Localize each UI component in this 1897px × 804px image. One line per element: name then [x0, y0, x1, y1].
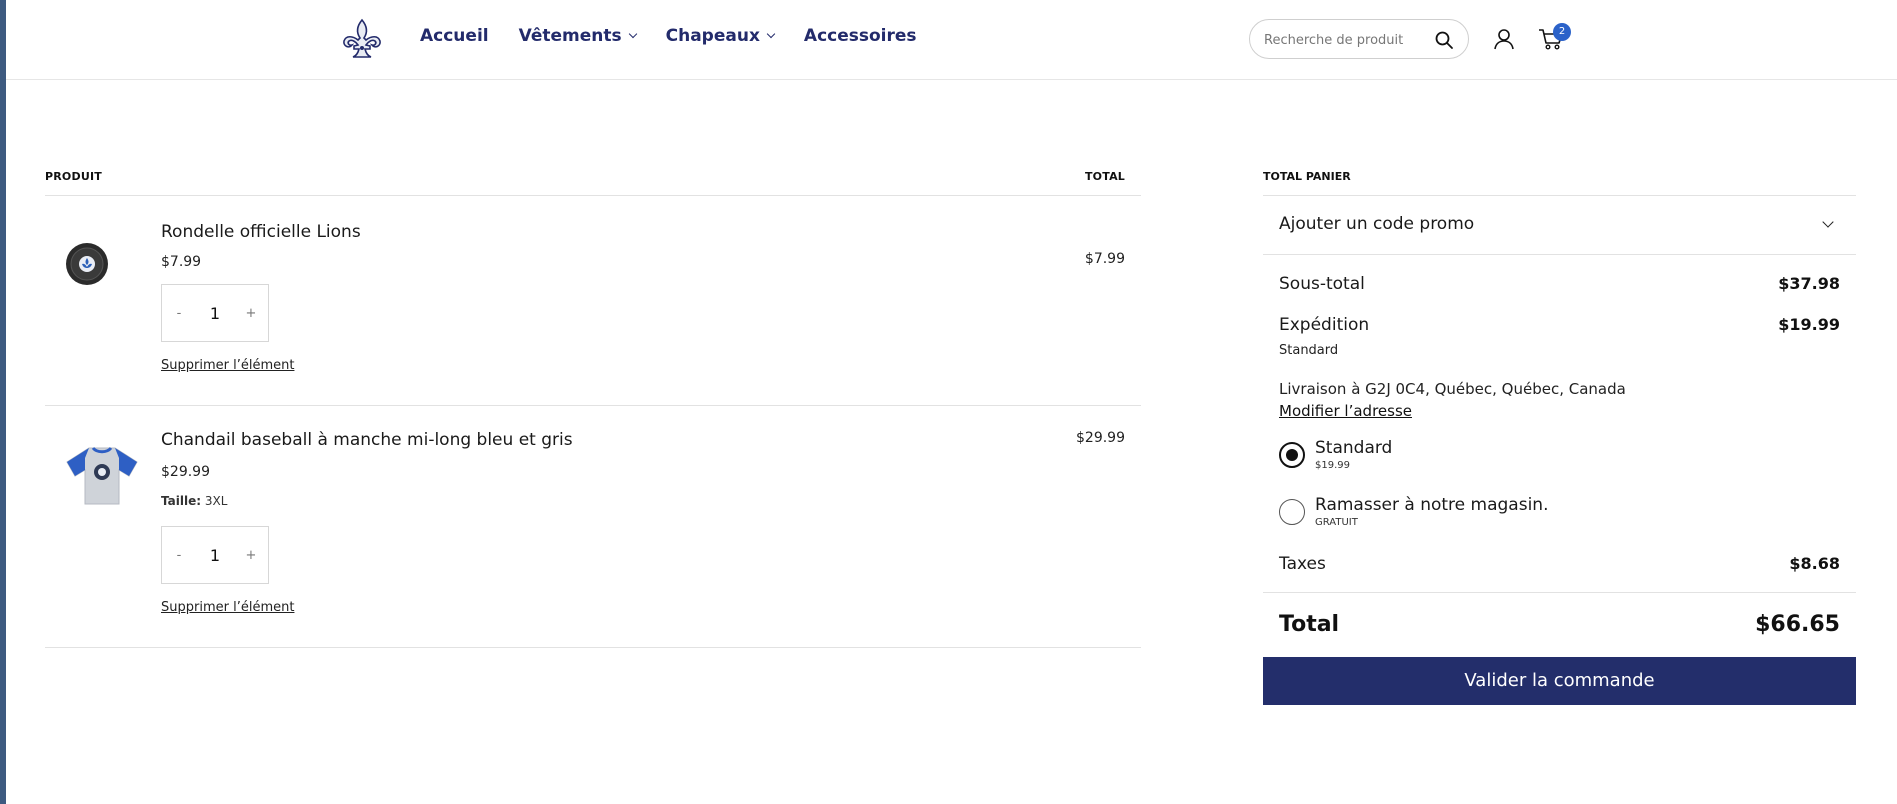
- shipping-row: Expédition $19.99: [1279, 315, 1840, 335]
- site-header: Accueil Vêtements Chapeaux Accessoires: [6, 0, 1897, 80]
- quantity-increase-button[interactable]: +: [244, 548, 258, 563]
- nav-item-label: Vêtements: [518, 26, 622, 46]
- radio-selected[interactable]: [1279, 442, 1305, 468]
- divider: [1263, 592, 1856, 593]
- product-size: Taille: 3XL: [161, 494, 227, 508]
- cart-item: Rondelle officielle Lions $7.99 - 1 + Su…: [45, 196, 1141, 406]
- line-total: $7.99: [1084, 251, 1125, 267]
- shipping-option-title: Ramasser à notre magasin.: [1315, 495, 1549, 515]
- modify-address-link[interactable]: Modifier l’adresse: [1279, 402, 1412, 420]
- fleur-de-lis-logo[interactable]: [340, 18, 384, 60]
- column-header-total: TOTAL: [1084, 170, 1125, 183]
- cart-item: Chandail baseball à manche mi-long bleu …: [45, 406, 1141, 648]
- quantity-decrease-button[interactable]: -: [172, 548, 186, 563]
- quantity-value[interactable]: 1: [210, 304, 220, 323]
- radio-unselected[interactable]: [1279, 499, 1305, 525]
- remove-item-link[interactable]: Supprimer l’élément: [161, 600, 294, 615]
- search-input[interactable]: [1264, 30, 1424, 50]
- cart-count-badge: 2: [1553, 23, 1571, 41]
- shipping-option-title: Standard: [1315, 438, 1393, 458]
- shipping-value: $19.99: [1778, 315, 1840, 334]
- size-value: 3XL: [204, 494, 228, 508]
- hockey-puck-image[interactable]: [65, 242, 109, 286]
- cart-summary: TOTAL PANIER Ajouter un code promo Sous-…: [1263, 170, 1856, 705]
- total-label: Total: [1279, 612, 1340, 637]
- product-price: $29.99: [161, 464, 210, 480]
- nav-item-label: Accueil: [420, 26, 489, 46]
- nav-item-vetements[interactable]: Vêtements: [518, 26, 637, 46]
- quantity-value[interactable]: 1: [210, 546, 220, 565]
- promo-code-toggle[interactable]: Ajouter un code promo: [1263, 196, 1856, 255]
- shipping-option-pickup[interactable]: Ramasser à notre magasin. GRATUIT: [1279, 495, 1548, 528]
- shipping-option-standard[interactable]: Standard $19.99: [1279, 438, 1392, 471]
- shipping-option-price: $19.99: [1315, 460, 1350, 471]
- promo-code-label: Ajouter un code promo: [1279, 214, 1475, 234]
- chevron-down-icon: [766, 29, 776, 39]
- total-value: $66.65: [1755, 612, 1840, 637]
- baseball-shirt-image[interactable]: [65, 444, 139, 506]
- line-total: $29.99: [1076, 430, 1125, 446]
- shipping-address: Livraison à G2J 0C4, Québec, Québec, Can…: [1279, 380, 1626, 398]
- product-name[interactable]: Rondelle officielle Lions: [161, 222, 361, 242]
- nav-item-label: Chapeaux: [665, 26, 760, 46]
- checkout-button[interactable]: Valider la commande: [1263, 657, 1856, 705]
- subtotal-value: $37.98: [1778, 274, 1840, 293]
- shipping-option-price: GRATUIT: [1315, 517, 1358, 528]
- left-edge-bar: [0, 0, 6, 804]
- nav-item-label: Accessoires: [803, 26, 917, 46]
- cart-table-header: PRODUIT TOTAL: [45, 170, 1141, 196]
- shipping-option-text: Ramasser à notre magasin. GRATUIT: [1315, 495, 1548, 528]
- taxes-value: $8.68: [1789, 554, 1840, 573]
- quantity-increase-button[interactable]: +: [244, 306, 258, 321]
- chevron-down-icon: [628, 29, 637, 39]
- shipping-label: Expédition: [1279, 315, 1370, 335]
- nav-item-accessoires[interactable]: Accessoires: [804, 26, 917, 46]
- nav-item-chapeaux[interactable]: Chapeaux: [665, 26, 776, 46]
- product-name[interactable]: Chandail baseball à manche mi-long bleu …: [161, 430, 573, 450]
- search-icon[interactable]: [1434, 30, 1454, 50]
- quantity-stepper: - 1 +: [161, 526, 269, 584]
- taxes-row: Taxes $8.68: [1279, 554, 1840, 574]
- nav-item-accueil[interactable]: Accueil: [420, 26, 489, 46]
- subtotal-row: Sous-total $37.98: [1279, 274, 1840, 294]
- shipping-method: Standard: [1279, 343, 1339, 358]
- summary-title: TOTAL PANIER: [1263, 170, 1856, 196]
- main-nav: Accueil Vêtements Chapeaux Accessoires: [420, 26, 947, 46]
- search-box: [1249, 19, 1469, 59]
- subtotal-label: Sous-total: [1279, 274, 1365, 294]
- column-header-product: PRODUIT: [45, 170, 102, 183]
- product-price: $7.99: [161, 254, 202, 270]
- cart-table: PRODUIT TOTAL Rondelle officielle Lions …: [45, 170, 1141, 648]
- quantity-decrease-button[interactable]: -: [172, 306, 186, 321]
- shipping-option-text: Standard $19.99: [1315, 438, 1392, 471]
- chevron-down-icon: [1822, 216, 1834, 228]
- size-label: Taille:: [161, 494, 202, 508]
- quantity-stepper: - 1 +: [161, 284, 269, 342]
- taxes-label: Taxes: [1279, 554, 1326, 574]
- account-icon[interactable]: [1492, 27, 1516, 51]
- remove-item-link[interactable]: Supprimer l’élément: [161, 358, 294, 373]
- total-row: Total $66.65: [1279, 612, 1840, 637]
